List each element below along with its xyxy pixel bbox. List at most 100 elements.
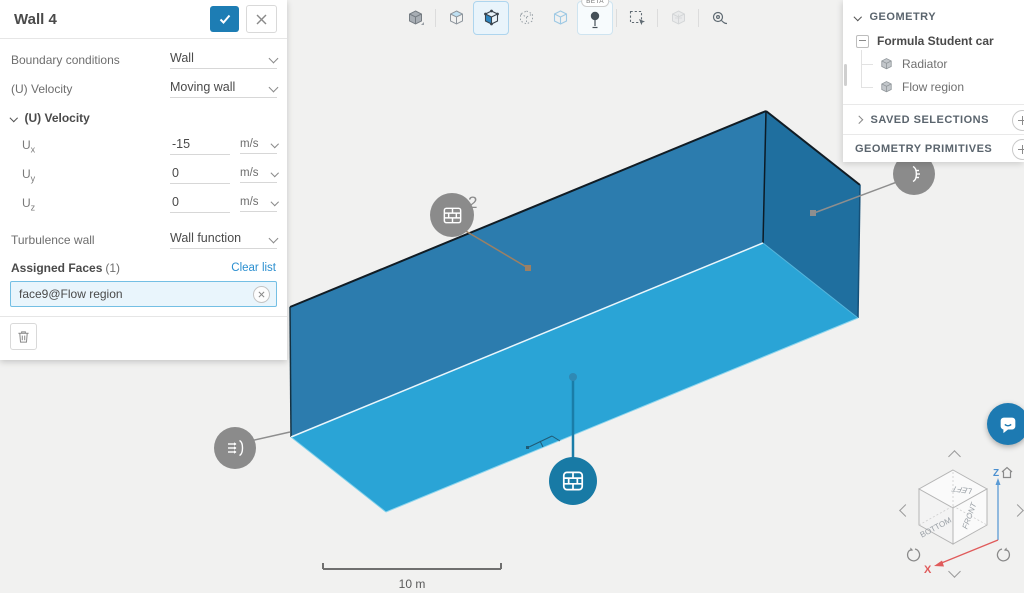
- probe-pin-icon: [587, 11, 603, 30]
- turbulence-value: Wall function: [170, 231, 241, 245]
- velocity-section-header[interactable]: (U) Velocity: [0, 108, 287, 128]
- trash-icon: [17, 330, 30, 344]
- ux-input[interactable]: [170, 137, 230, 155]
- pressure-outlet-icon: [902, 162, 926, 186]
- rotate-cw-icon[interactable]: [995, 547, 1011, 563]
- transparent-cube-icon: [447, 9, 466, 28]
- assigned-face-chip[interactable]: face9@Flow region: [10, 281, 277, 307]
- uz-unit-value: m/s: [240, 196, 259, 208]
- navigation-gizmo: LEFT FRONT BOTTOM Z X: [893, 440, 1024, 590]
- chevron-down-icon: [854, 13, 862, 21]
- rotate-up-chevron[interactable]: [948, 450, 961, 463]
- inlet-connector: [250, 432, 290, 441]
- measure-tool-button[interactable]: [702, 2, 736, 34]
- turbulence-select[interactable]: Wall function: [170, 231, 277, 249]
- isolate-cube-icon: [669, 9, 688, 28]
- velocity-type-select[interactable]: Moving wall: [170, 80, 277, 98]
- assigned-faces-label: Assigned Faces: [11, 261, 102, 275]
- support-chat-button[interactable]: [987, 403, 1024, 445]
- uy-input[interactable]: [170, 166, 230, 184]
- close-icon: [256, 14, 267, 25]
- panel-header: Wall 4: [0, 0, 287, 39]
- ux-unit-select[interactable]: m/s: [240, 138, 277, 154]
- checkmark-icon: [218, 12, 232, 26]
- rotate-down-chevron[interactable]: [948, 565, 961, 578]
- boundary-conditions-row: Boundary conditions Wall: [0, 50, 287, 70]
- box-select-button[interactable]: [620, 2, 654, 34]
- outline-cube-icon: [551, 9, 570, 28]
- isolate-geometry-button[interactable]: [661, 2, 695, 34]
- saved-selections-header[interactable]: SAVED SELECTIONS: [843, 104, 1024, 135]
- solid-cube-icon: [406, 9, 425, 28]
- velocity-section-label: (U) Velocity: [25, 111, 90, 125]
- turbulence-label: Turbulence wall: [11, 233, 95, 247]
- boundary-conditions-value: Wall: [170, 51, 194, 65]
- uz-input[interactable]: [170, 195, 230, 213]
- saved-selections-label: SAVED SELECTIONS: [871, 114, 989, 126]
- cube-icon: [879, 80, 894, 95]
- uy-unit-value: m/s: [240, 167, 259, 179]
- geometry-header-label: GEOMETRY: [870, 11, 937, 23]
- view-cube[interactable]: LEFT FRONT BOTTOM: [915, 462, 997, 562]
- toolbar-separator: [616, 9, 617, 27]
- solid-view-cube-button[interactable]: [398, 2, 432, 34]
- tree-item-label: Radiator: [902, 57, 947, 71]
- confirm-button[interactable]: [210, 6, 239, 32]
- tree-item-label: Flow region: [902, 80, 964, 94]
- rotate-right-chevron[interactable]: [1011, 504, 1024, 517]
- uy-label: Uy: [22, 167, 35, 183]
- wall-badge-count: 2: [468, 193, 477, 213]
- clear-list-link[interactable]: Clear list: [231, 262, 276, 274]
- add-saved-selection-button[interactable]: [1012, 110, 1024, 131]
- boundary-conditions-label: Boundary conditions: [11, 53, 120, 67]
- close-button[interactable]: [246, 5, 277, 33]
- wireframe-view-button[interactable]: [543, 2, 577, 34]
- velocity-type-label: (U) Velocity: [11, 82, 72, 96]
- rotate-left-chevron[interactable]: [899, 504, 912, 517]
- chevron-down-icon: [270, 140, 278, 148]
- selected-wall-badge[interactable]: [549, 457, 597, 505]
- hidden-geometry-button[interactable]: [509, 2, 543, 34]
- toolbar-separator: [698, 9, 699, 27]
- measure-tape-icon: [710, 9, 729, 28]
- uy-unit-select[interactable]: m/s: [240, 167, 277, 183]
- assigned-faces-count: (1): [105, 261, 120, 275]
- assigned-faces-row: Assigned Faces (1) Clear list: [0, 259, 287, 277]
- geometry-primitives-header[interactable]: GEOMETRY PRIMITIVES: [843, 134, 1024, 163]
- boundary-condition-panel: Wall 4 Boundary conditions Wall (U) Velo…: [0, 0, 287, 360]
- geometry-section-header[interactable]: GEOMETRY: [843, 6, 1024, 28]
- tree-item-radiator[interactable]: Radiator: [843, 53, 1024, 75]
- delete-button[interactable]: [10, 323, 37, 350]
- chevron-down-icon: [270, 198, 278, 206]
- chevron-down-icon: [10, 114, 18, 122]
- ux-label: Ux: [22, 138, 35, 154]
- uz-label: Uz: [22, 196, 35, 212]
- add-primitive-button[interactable]: [1012, 139, 1024, 160]
- chevron-down-icon: [269, 82, 279, 92]
- home-icon[interactable]: [1000, 466, 1014, 479]
- beta-badge: BETA: [581, 0, 609, 7]
- probe-point-button[interactable]: BETA: [577, 1, 613, 35]
- axis-x-label: X: [924, 564, 932, 576]
- scale-bar: [322, 562, 502, 572]
- remove-face-button[interactable]: [253, 286, 270, 303]
- tree-root-row[interactable]: Formula Student car: [843, 30, 1024, 52]
- chevron-down-icon: [269, 53, 279, 63]
- chevron-down-icon: [269, 233, 279, 243]
- tree-item-flow-region[interactable]: Flow region: [843, 76, 1024, 98]
- velocity-inlet-icon: [223, 436, 247, 460]
- cube-icon: [879, 57, 894, 72]
- chevron-down-icon: [270, 169, 278, 177]
- chevron-right-icon: [855, 116, 863, 124]
- transparent-view-cube-button[interactable]: [439, 2, 473, 34]
- ux-row: Ux m/s: [0, 136, 287, 156]
- velocity-inlet-badge[interactable]: [214, 427, 256, 469]
- box-select-icon: [628, 9, 647, 28]
- face-selection-button[interactable]: [473, 1, 509, 35]
- brick-wall-icon: [560, 468, 586, 494]
- uz-unit-select[interactable]: m/s: [240, 196, 277, 212]
- boundary-conditions-select[interactable]: Wall: [170, 51, 277, 69]
- geometry-tree-panel: GEOMETRY Formula Student car Radiator Fl…: [843, 0, 1024, 162]
- panel-title: Wall 4: [14, 11, 210, 28]
- collapse-node-icon[interactable]: [856, 35, 869, 48]
